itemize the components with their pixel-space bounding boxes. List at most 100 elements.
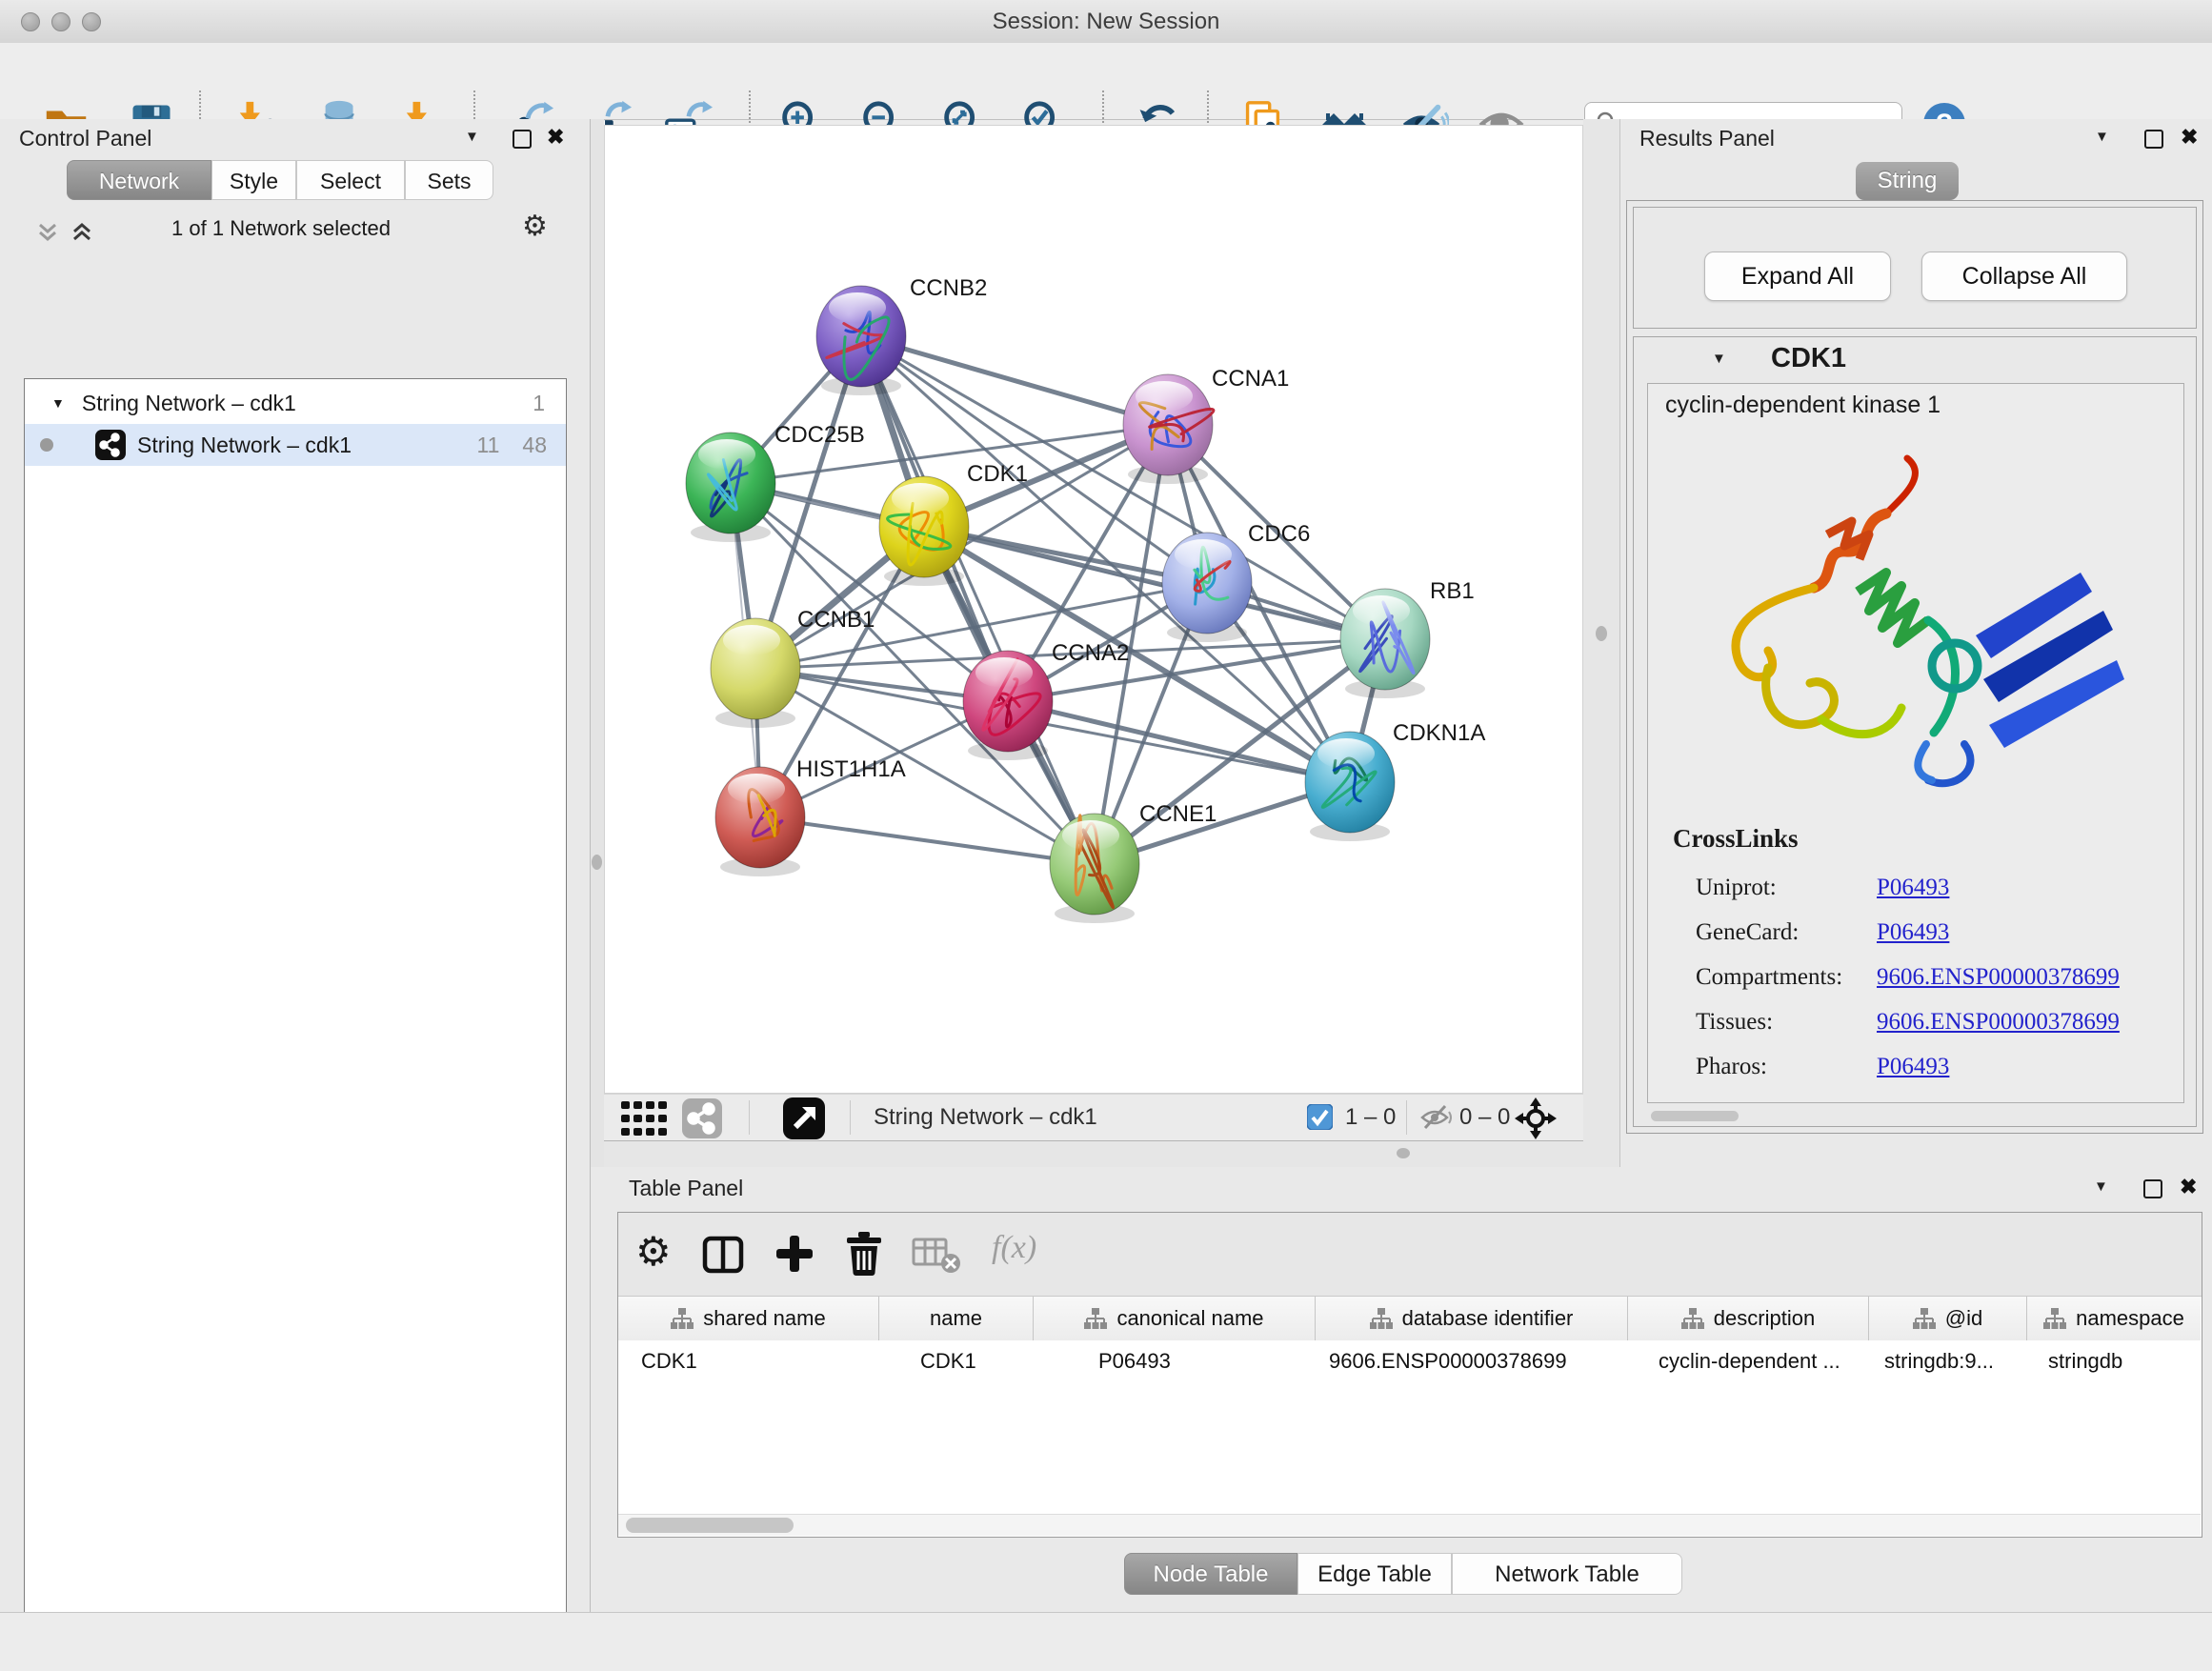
- crosslink-link[interactable]: P06493: [1877, 919, 1949, 945]
- selected-checkbox[interactable]: [1307, 1104, 1333, 1130]
- hidden-count: 0 – 0: [1459, 1104, 1510, 1131]
- panel-menu-caret-icon[interactable]: ▼: [2095, 129, 2109, 145]
- network-node-label: CCNA1: [1212, 366, 1289, 392]
- network-node-CCNA2[interactable]: [963, 651, 1053, 752]
- tab-network[interactable]: Network: [67, 160, 211, 200]
- vertical-splitter-right[interactable]: [1583, 119, 1619, 1167]
- float-panel-button[interactable]: [2143, 1179, 2162, 1198]
- crosslink-link[interactable]: 9606.ENSP00000378699: [1877, 1009, 2120, 1035]
- crosslinks-list: Uniprot:P06493 GeneCard:P06493 Compartme…: [1696, 865, 2120, 1089]
- network-edge[interactable]: [861, 336, 1168, 425]
- network-node-CDK1[interactable]: [879, 476, 969, 577]
- table-hscrollbar[interactable]: [618, 1514, 2201, 1536]
- cell-canonical-name[interactable]: P06493: [1034, 1340, 1316, 1382]
- crosslink-label: Uniprot:: [1696, 865, 1877, 910]
- app-status-bar: Memory: [0, 1612, 2212, 1671]
- crosslink-label: Tissues:: [1696, 999, 1877, 1044]
- network-options-gear-icon[interactable]: ⚙: [522, 210, 548, 243]
- network-node-label: HIST1H1A: [796, 756, 906, 782]
- splitter-handle-icon[interactable]: [1596, 626, 1607, 641]
- collapse-all-networks-icon[interactable]: [34, 219, 61, 246]
- network-node-CDKN1A[interactable]: [1305, 732, 1395, 833]
- tab-select[interactable]: Select: [296, 160, 405, 200]
- network-view-mode-button[interactable]: [682, 1098, 722, 1138]
- network-row-selected[interactable]: String Network – cdk1 11 48: [25, 424, 566, 466]
- network-graph[interactable]: CCNB2CCNA1CDC25BCDK1CDC6RB1CCNB1CCNA2CDK…: [605, 126, 1582, 1093]
- expand-all-networks-icon[interactable]: [69, 219, 95, 246]
- network-status-dot-icon: [40, 438, 53, 452]
- close-panel-button[interactable]: ✖: [547, 125, 564, 150]
- tab-string[interactable]: String: [1856, 162, 1959, 200]
- cell-database-identifier[interactable]: 9606.ENSP00000378699: [1316, 1340, 1628, 1382]
- splitter-handle-icon[interactable]: [592, 855, 602, 870]
- delete-table-button[interactable]: [912, 1238, 961, 1274]
- tab-edge-table[interactable]: Edge Table: [1297, 1553, 1452, 1595]
- close-panel-button[interactable]: ✖: [2180, 1175, 2197, 1199]
- table-toolbar: ⚙: [618, 1213, 2202, 1297]
- grid-icon: [621, 1101, 667, 1137]
- cell-namespace[interactable]: stringdb: [2027, 1340, 2201, 1382]
- network-node-CDC25B[interactable]: [686, 433, 775, 534]
- network-node-RB1[interactable]: [1340, 589, 1430, 690]
- tab-node-table[interactable]: Node Table: [1124, 1553, 1297, 1595]
- table-hscrollbar-thumb[interactable]: [626, 1518, 794, 1533]
- tab-sets[interactable]: Sets: [405, 160, 493, 200]
- column-header-description[interactable]: description: [1628, 1297, 1869, 1340]
- delete-column-button[interactable]: [845, 1232, 883, 1276]
- tab-style[interactable]: Style: [211, 160, 296, 200]
- network-edge[interactable]: [760, 817, 1095, 864]
- control-panel: Control Panel ▼ ✖ Network Style Select S…: [0, 119, 591, 1612]
- cell-description[interactable]: cyclin-dependent ...: [1628, 1340, 1869, 1382]
- crosslink-link[interactable]: P06493: [1877, 1054, 1949, 1079]
- crosslink-link[interactable]: P06493: [1877, 875, 1949, 900]
- column-header-id[interactable]: @id: [1869, 1297, 2027, 1340]
- crosslink-link[interactable]: 9606.ENSP00000378699: [1877, 964, 2120, 990]
- results-hscrollbar-thumb[interactable]: [1651, 1111, 1739, 1121]
- protein-section-caret-icon[interactable]: ▼: [1712, 351, 1726, 367]
- crosslink-row: Pharos:P06493: [1696, 1044, 2120, 1089]
- collection-count: 1: [533, 391, 545, 416]
- show-columns-button[interactable]: [702, 1236, 744, 1274]
- column-header-name[interactable]: name: [879, 1297, 1034, 1340]
- cell-shared-name[interactable]: CDK1: [618, 1340, 879, 1382]
- splitter-handle-icon[interactable]: [1397, 1148, 1410, 1158]
- node-attribute-icon: [1913, 1308, 1936, 1329]
- float-panel-button[interactable]: [2144, 130, 2163, 149]
- float-panel-button[interactable]: [513, 130, 532, 149]
- add-column-button[interactable]: [774, 1234, 814, 1274]
- selected-count: 1 – 0: [1345, 1104, 1396, 1131]
- network-node-CCNB2[interactable]: [816, 286, 906, 387]
- grid-view-button[interactable]: [621, 1101, 667, 1137]
- node-attribute-icon: [1370, 1308, 1393, 1329]
- column-header-canonical-name[interactable]: canonical name: [1034, 1297, 1316, 1340]
- column-header-database-identifier[interactable]: database identifier: [1316, 1297, 1628, 1340]
- table-row[interactable]: CDK1 CDK1 P06493 9606.ENSP00000378699 cy…: [618, 1340, 2201, 1382]
- column-header-namespace[interactable]: namespace: [2027, 1297, 2201, 1340]
- network-edge[interactable]: [861, 336, 1095, 864]
- network-node-CCNA1[interactable]: [1123, 374, 1214, 475]
- control-panel-title: Control Panel: [19, 126, 151, 151]
- network-node-CCNE1[interactable]: [1050, 814, 1139, 915]
- network-collection-row[interactable]: ▼ String Network – cdk1 1: [25, 382, 566, 424]
- tab-network-table[interactable]: Network Table: [1452, 1553, 1682, 1595]
- cell-name[interactable]: CDK1: [879, 1340, 1034, 1382]
- network-node-CCNB1[interactable]: [711, 618, 800, 719]
- tree-caret-icon[interactable]: ▼: [51, 395, 65, 411]
- network-node-HIST1H1A[interactable]: [715, 767, 805, 868]
- panel-menu-caret-icon[interactable]: ▼: [465, 129, 479, 145]
- network-node-CDC6[interactable]: [1162, 533, 1252, 634]
- column-header-shared-name[interactable]: shared name: [618, 1297, 879, 1340]
- close-panel-button[interactable]: ✖: [2181, 125, 2198, 150]
- panel-menu-caret-icon[interactable]: ▼: [2094, 1178, 2108, 1195]
- open-in-new-window-button[interactable]: [783, 1097, 825, 1139]
- network-canvas[interactable]: CCNB2CCNA1CDC25BCDK1CDC6RB1CCNB1CCNA2CDK…: [604, 125, 1583, 1094]
- table-settings-gear-icon[interactable]: ⚙: [635, 1232, 672, 1272]
- expand-all-button[interactable]: Expand All: [1704, 252, 1891, 301]
- function-builder-button[interactable]: f(x): [992, 1230, 1036, 1266]
- cell-id[interactable]: stringdb:9...: [1869, 1340, 2027, 1382]
- horizontal-splitter[interactable]: [604, 1141, 1583, 1167]
- network-node-label: CDC25B: [774, 422, 865, 448]
- birds-eye-view-button[interactable]: [1515, 1097, 1557, 1139]
- collapse-all-button[interactable]: Collapse All: [1921, 252, 2127, 301]
- network-node-label: CDC6: [1248, 521, 1310, 547]
